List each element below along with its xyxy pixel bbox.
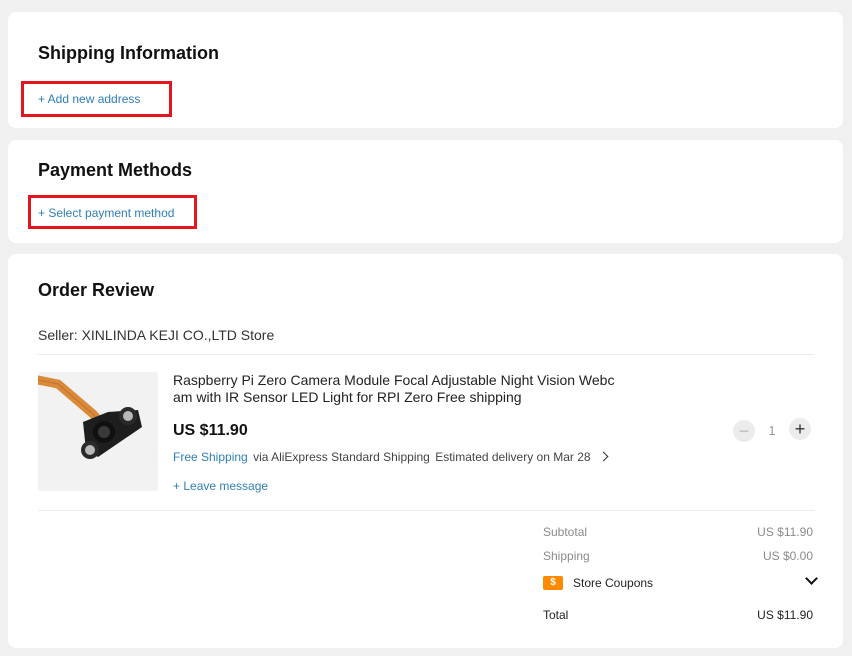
subtotal-label: Subtotal — [543, 525, 588, 539]
total-value: US $11.90 — [757, 608, 813, 622]
shipping-line: Free Shipping via AliExpress Standard Sh… — [173, 450, 609, 464]
order-review-title: Order Review — [38, 280, 155, 300]
product-divider — [38, 510, 814, 511]
camera-module-icon — [38, 375, 142, 459]
chevron-right-icon[interactable] — [598, 451, 609, 462]
product-image[interactable] — [38, 372, 158, 491]
product-name-line2: am with IR Sensor LED Light for RPI Zero… — [173, 389, 522, 405]
payment-card: Payment Methods + Select payment method — [8, 140, 843, 243]
quantity-value[interactable]: 1 — [766, 423, 778, 438]
product-name-line1: Raspberry Pi Zero Camera Module Focal Ad… — [173, 372, 615, 388]
shipping-via: via AliExpress Standard Shipping — [253, 450, 430, 464]
subtotal-value: US $11.90 — [757, 525, 813, 539]
add-address-link[interactable]: + Add new address — [38, 92, 140, 106]
delivery-estimate[interactable]: Estimated delivery on Mar 28 — [435, 450, 590, 464]
shipping-card: Shipping Information + Add new address — [8, 12, 843, 128]
seller-divider — [38, 354, 814, 355]
decrease-qty-button[interactable]: − — [733, 420, 755, 442]
free-shipping-label: Free Shipping — [173, 450, 248, 464]
seller-name[interactable]: Seller: XINLINDA KEJI CO.,LTD Store — [38, 327, 274, 343]
chevron-down-icon[interactable] — [805, 572, 818, 585]
leave-message-link[interactable]: + Leave message — [173, 479, 268, 493]
product-name[interactable]: Raspberry Pi Zero Camera Module Focal Ad… — [173, 372, 643, 406]
total-label: Total — [543, 608, 569, 622]
store-coupons-label: Store Coupons — [573, 576, 654, 590]
shipping-cost-label: Shipping — [543, 549, 590, 563]
payment-title: Payment Methods — [38, 160, 193, 180]
coupon-icon: $ — [543, 576, 563, 590]
increase-qty-button[interactable]: + — [789, 418, 811, 440]
select-payment-link[interactable]: + Select payment method — [38, 206, 174, 220]
order-review-card: Order Review Seller: XINLINDA KEJI CO.,L… — [8, 254, 843, 648]
shipping-title: Shipping Information — [38, 43, 219, 63]
store-coupons-row[interactable]: $ Store Coupons — [543, 572, 818, 594]
shipping-cost-value: US $0.00 — [762, 549, 813, 563]
product-price: US $11.90 — [173, 422, 248, 439]
